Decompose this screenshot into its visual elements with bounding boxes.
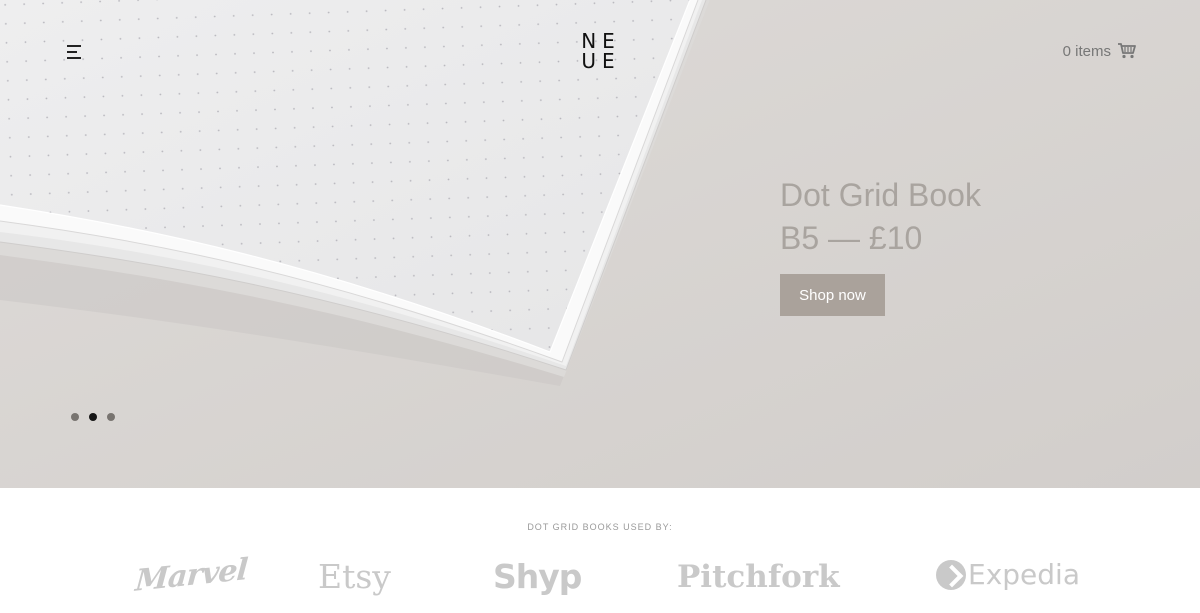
menu-line [67,45,81,47]
menu-line [67,57,81,59]
product-name: Dot Grid Book [780,177,981,213]
etsy-logo: Etsy [318,557,391,596]
expedia-mark-icon [936,560,966,590]
brands-section: DOT GRID BOOKS USED BY: Marvel Etsy Shyp… [0,488,1200,613]
shop-now-button[interactable]: Shop now [780,274,885,316]
shyp-logo: Shyp [493,557,582,596]
carousel-dot-active[interactable] [89,413,97,421]
carousel-dot[interactable] [107,413,115,421]
expedia-logo: Expedia [936,560,1080,590]
product-title: Dot Grid Book B5 — £10 [780,174,1120,260]
expedia-wordmark: Expedia [968,558,1080,591]
menu-button[interactable] [60,38,88,66]
logo-line-1: NE [581,29,621,53]
brands-heading: DOT GRID BOOKS USED BY: [527,522,673,532]
cart-link[interactable]: 0 items [1063,40,1136,62]
pitchfork-logo: Pitchfork [677,559,840,595]
menu-line [67,51,77,53]
hero-banner: NE UE 0 items Dot Grid Book B5 — £10 Sho… [0,0,1200,488]
carousel-indicators [71,413,115,421]
logo-line-2: UE [581,49,621,73]
promo-panel: Dot Grid Book B5 — £10 Shop now [780,174,1120,316]
neue-logo[interactable]: NE UE [580,31,622,71]
product-price: B5 — £10 [780,220,923,256]
marvel-logo: Marvel [134,552,249,599]
cart-count: 0 items [1062,42,1111,60]
shopping-cart-icon [1118,43,1136,59]
carousel-dot[interactable] [71,413,79,421]
